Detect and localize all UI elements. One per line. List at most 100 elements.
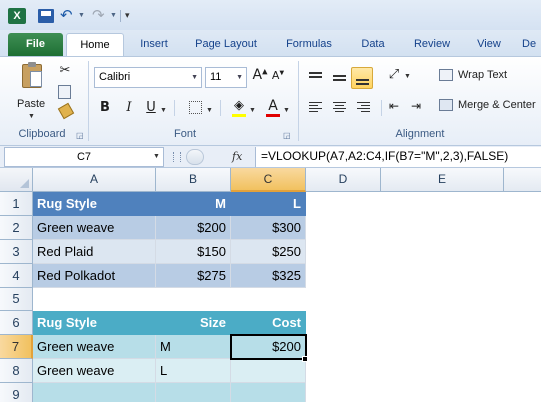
table-cell[interactable]: M [156, 335, 231, 359]
row-header[interactable]: 6 [0, 311, 33, 335]
name-box[interactable]: C7 [4, 147, 164, 167]
alignment-group-label: Alignment [395, 128, 445, 140]
column-header-f[interactable] [504, 168, 541, 192]
tab-insert[interactable]: Insert [133, 33, 175, 56]
tab-formulas[interactable]: Formulas [279, 33, 339, 56]
align-top-button[interactable] [305, 67, 325, 87]
table-cell[interactable] [33, 383, 156, 402]
fill-handle[interactable] [302, 356, 308, 362]
table-cell[interactable]: $325 [231, 264, 306, 288]
orientation-icon[interactable]: ⤢ [385, 67, 403, 82]
align-right-button[interactable] [353, 97, 373, 117]
grow-font-button[interactable]: A▲ [252, 67, 268, 83]
chevron-down-icon[interactable]: ▼ [249, 107, 256, 114]
wrap-text-button[interactable]: Wrap Text [437, 65, 541, 87]
table-cell[interactable]: Green weave [33, 359, 156, 383]
font-color-button[interactable]: A [266, 98, 280, 114]
font-size-value: 11 [210, 71, 222, 83]
redo-icon[interactable]: ↷ [92, 8, 108, 23]
copy-icon[interactable] [58, 85, 71, 99]
column-header-a[interactable]: A [33, 168, 156, 192]
worksheet-grid: A B C D E 1 2 3 4 5 6 7 8 9 Rug Style M … [0, 168, 541, 402]
insert-function-button[interactable]: fx [232, 150, 242, 163]
table-cell[interactable]: Green weave [33, 335, 156, 359]
increase-indent-icon[interactable]: ⇥ [408, 99, 424, 113]
table-header-cell[interactable]: Rug Style [33, 192, 156, 216]
italic-button[interactable]: I [122, 100, 136, 115]
table-cell[interactable]: $250 [231, 240, 306, 264]
font-size-combo[interactable]: 11 ▼ [205, 67, 247, 88]
chevron-down-icon[interactable]: ▼ [404, 73, 411, 80]
paste-button[interactable]: Paste ▼ [12, 61, 52, 121]
table-cell[interactable]: $200 [156, 216, 231, 240]
row-header[interactable]: 2 [0, 216, 33, 240]
tab-data[interactable]: Data [353, 33, 393, 56]
table-cell[interactable] [156, 383, 231, 402]
tab-review[interactable]: Review [407, 33, 457, 56]
table-cell[interactable]: $300 [231, 216, 306, 240]
font-name-combo[interactable]: Calibri ▼ [94, 67, 202, 88]
table-cell[interactable]: Red Polkadot [33, 264, 156, 288]
font-launcher-icon[interactable]: ◲ [283, 131, 291, 140]
table-cell[interactable]: Red Plaid [33, 240, 156, 264]
chevron-down-icon[interactable]: ▼ [283, 107, 290, 114]
undo-icon[interactable]: ↶ [60, 8, 76, 23]
column-header-b[interactable]: B [156, 168, 231, 192]
row-header[interactable]: 7 [0, 335, 33, 359]
chevron-down-icon[interactable]: ▼ [153, 153, 160, 160]
customize-qat-icon[interactable]: ▾ [125, 10, 130, 21]
save-icon[interactable] [38, 9, 54, 23]
formula-input[interactable]: =VLOOKUP(A7,A2:C4,IF(B7="M",2,3),FALSE) [255, 147, 541, 167]
clipboard-launcher-icon[interactable]: ◲ [76, 131, 84, 140]
table-cell[interactable]: $150 [156, 240, 231, 264]
table-header-cell[interactable]: L [231, 192, 306, 216]
row-header[interactable]: 8 [0, 359, 33, 383]
tab-page-layout[interactable]: Page Layout [190, 33, 262, 56]
formula-cancel-button[interactable] [186, 149, 204, 165]
row-header[interactable]: 4 [0, 264, 33, 288]
decrease-indent-icon[interactable]: ⇤ [386, 99, 402, 113]
table-header-cell[interactable]: Rug Style [33, 311, 156, 335]
select-all-button[interactable] [0, 168, 33, 192]
merge-center-button[interactable]: Merge & Center [437, 95, 541, 117]
align-middle-button[interactable] [329, 67, 349, 87]
row-header[interactable]: 9 [0, 383, 33, 402]
cut-icon[interactable]: ✂ [57, 63, 73, 78]
bold-button[interactable]: B [98, 100, 112, 115]
redo-dropdown-icon[interactable]: ▼ [110, 12, 117, 19]
column-header-c[interactable]: C [231, 168, 306, 192]
table-cell[interactable]: Green weave [33, 216, 156, 240]
tab-file[interactable]: File [8, 33, 63, 56]
format-painter-icon[interactable] [57, 102, 75, 120]
table-header-cell[interactable]: Size [156, 311, 231, 335]
qat-divider [120, 10, 121, 22]
underline-button[interactable]: U [144, 100, 158, 115]
align-bottom-button[interactable] [351, 67, 373, 89]
ribbon-home: Paste ▼ ✂ Clipboard ◲ Calibri ▼ 11 ▼ A▲ … [0, 56, 541, 146]
table-header-cell[interactable]: Cost [231, 311, 306, 335]
align-center-button[interactable] [329, 97, 349, 117]
column-header-e[interactable]: E [381, 168, 504, 192]
tab-home[interactable]: Home [66, 33, 124, 56]
table-cell[interactable]: L [156, 359, 231, 383]
column-header-d[interactable]: D [306, 168, 381, 192]
undo-dropdown-icon[interactable]: ▼ [78, 12, 85, 19]
borders-icon[interactable] [189, 101, 202, 114]
table-cell[interactable] [231, 383, 306, 402]
fill-color-icon[interactable]: ◈ [232, 98, 246, 113]
align-left-button[interactable] [305, 97, 325, 117]
tab-view[interactable]: View [470, 33, 508, 56]
row-header[interactable]: 3 [0, 240, 33, 264]
row-header[interactable]: 1 [0, 192, 33, 216]
chevron-down-icon[interactable]: ▼ [206, 107, 213, 114]
shrink-font-button[interactable]: A▼ [271, 69, 285, 82]
tab-developer[interactable]: De [522, 33, 541, 56]
table-header-cell[interactable]: M [156, 192, 231, 216]
table-cell[interactable]: $275 [156, 264, 231, 288]
row-header[interactable]: 5 [0, 288, 33, 311]
clipboard-group-label: Clipboard [18, 128, 66, 140]
table-cell[interactable] [231, 359, 306, 383]
wrap-text-label: Wrap Text [458, 69, 508, 81]
chevron-down-icon[interactable]: ▼ [160, 107, 167, 114]
resize-handle-icon[interactable] [173, 152, 181, 162]
